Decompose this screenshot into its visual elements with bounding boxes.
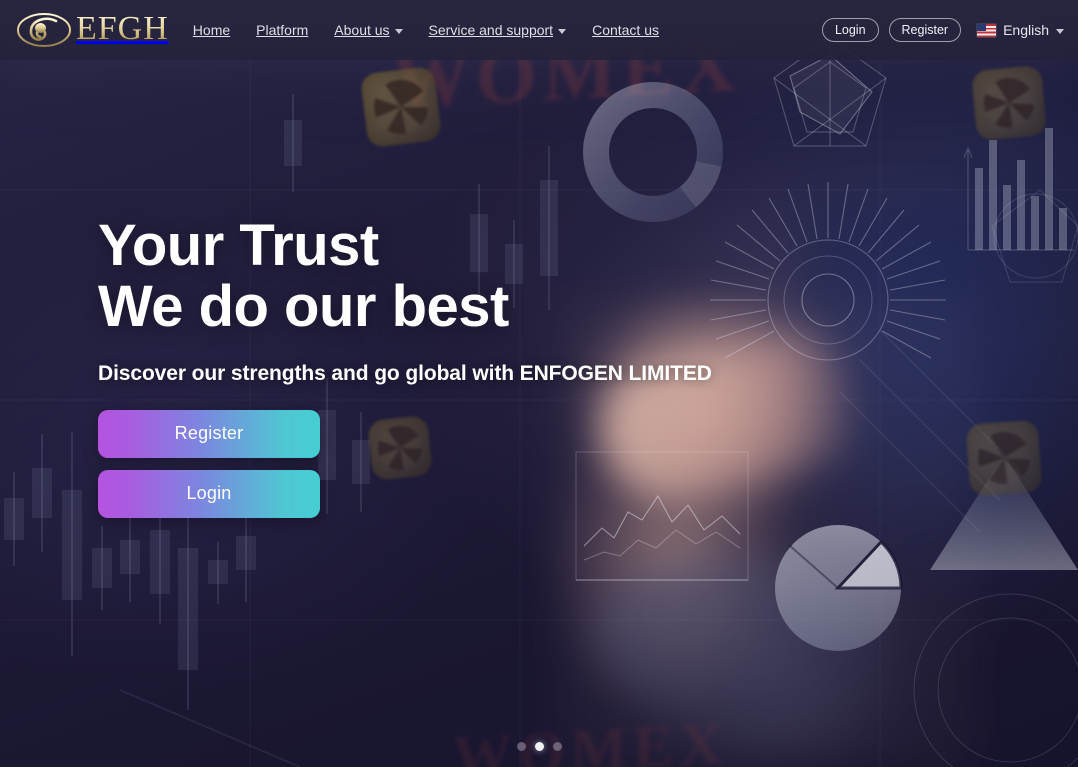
gold-logo-card-1: [359, 65, 443, 149]
hero-content: Your Trust We do our best Discover our s…: [98, 215, 712, 518]
hero-cta-group: Register Login: [98, 409, 712, 518]
nav-item-contact-us[interactable]: Contact us: [592, 23, 659, 37]
pie-chart-graphic: [775, 525, 903, 651]
nav-item-service-and-support[interactable]: Service and support: [429, 23, 567, 37]
nav-label: Contact us: [592, 22, 660, 38]
site-header: EFGH Home Platform About us Service and …: [0, 0, 1078, 60]
carousel-dot-3[interactable]: [552, 742, 562, 751]
main-nav: Home Platform About us Service and suppo…: [193, 23, 659, 37]
carousel-dots: [0, 742, 1078, 751]
nav-label: Platform: [256, 22, 309, 38]
chevron-down-icon: [1056, 28, 1064, 34]
language-selector[interactable]: English: [977, 22, 1064, 38]
hero-title-line-1: Your Trust: [98, 213, 379, 278]
hero-login-button[interactable]: Login: [98, 469, 320, 518]
us-flag-icon: [977, 23, 997, 37]
nav-label: Service and support: [428, 22, 554, 38]
hero-register-button[interactable]: Register: [98, 409, 320, 458]
nav-item-home[interactable]: Home: [193, 23, 230, 37]
nav-label: About us: [334, 22, 390, 38]
radial-burst-graphic: [710, 182, 946, 361]
gold-logo-card-4: [965, 419, 1043, 497]
eye-swirl-logo-icon: [17, 13, 71, 47]
carousel-dot-2[interactable]: [534, 742, 544, 751]
nav-item-about-us[interactable]: About us: [334, 22, 403, 38]
header-register-button[interactable]: Register: [888, 17, 962, 43]
landing-page: WOMEX WOMEX EFGH Home Platform About us …: [0, 0, 1078, 767]
hero-subtitle: Discover our strengths and go global wit…: [98, 361, 712, 385]
nav-label: Home: [192, 22, 231, 38]
gold-logo-card-3: [971, 65, 1047, 141]
logo-text: EFGH: [76, 9, 169, 47]
chevron-down-icon: [394, 28, 403, 34]
logo-link[interactable]: EFGH: [16, 11, 169, 49]
language-label: English: [1003, 22, 1049, 38]
header-actions: Login Register English: [821, 17, 1064, 43]
carousel-dot-1[interactable]: [516, 742, 526, 751]
hero-title-line-2: We do our best: [98, 274, 509, 340]
header-login-button[interactable]: Login: [821, 17, 879, 43]
chevron-down-icon: [558, 28, 567, 34]
donut-chart-graphic: [583, 82, 723, 222]
bar-chart-graphic: [963, 128, 1074, 251]
nav-item-platform[interactable]: Platform: [256, 23, 308, 37]
hero-title: Your Trust We do our best: [98, 215, 712, 338]
